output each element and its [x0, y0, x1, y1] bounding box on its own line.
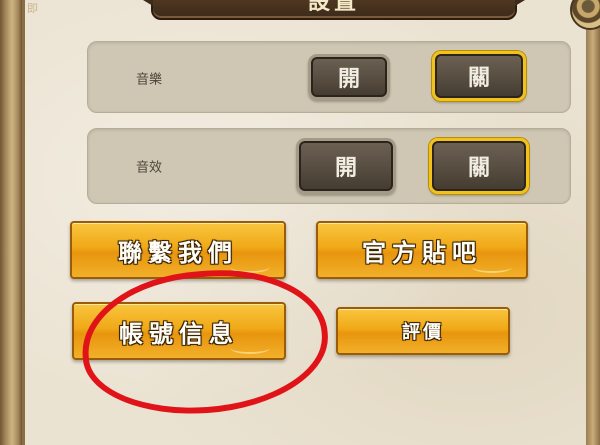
- music-off-toggle[interactable]: 關: [432, 51, 526, 101]
- title-banner: 設置: [133, 0, 535, 20]
- music-on-toggle[interactable]: 開: [308, 54, 390, 100]
- official-forum-button[interactable]: 官方貼吧: [316, 221, 528, 279]
- sfx-label: 音效: [136, 160, 163, 176]
- account-info-button[interactable]: 帳號信息: [72, 302, 286, 360]
- rate-button[interactable]: 評價: [336, 307, 510, 355]
- official-forum-label: 官方貼吧: [362, 238, 482, 267]
- music-label: 音樂: [136, 72, 163, 88]
- account-info-label: 帳號信息: [119, 319, 239, 348]
- rate-label: 評價: [402, 322, 444, 343]
- right-frame-edge: [586, 0, 600, 445]
- contact-us-button[interactable]: 聯繫我們: [70, 221, 286, 279]
- contact-us-label: 聯繫我們: [118, 238, 238, 267]
- corner-mark: 即: [27, 2, 38, 15]
- sfx-on-toggle[interactable]: 開: [296, 138, 396, 194]
- page-title: 設置: [307, 0, 360, 15]
- sfx-off-toggle[interactable]: 關: [429, 138, 529, 194]
